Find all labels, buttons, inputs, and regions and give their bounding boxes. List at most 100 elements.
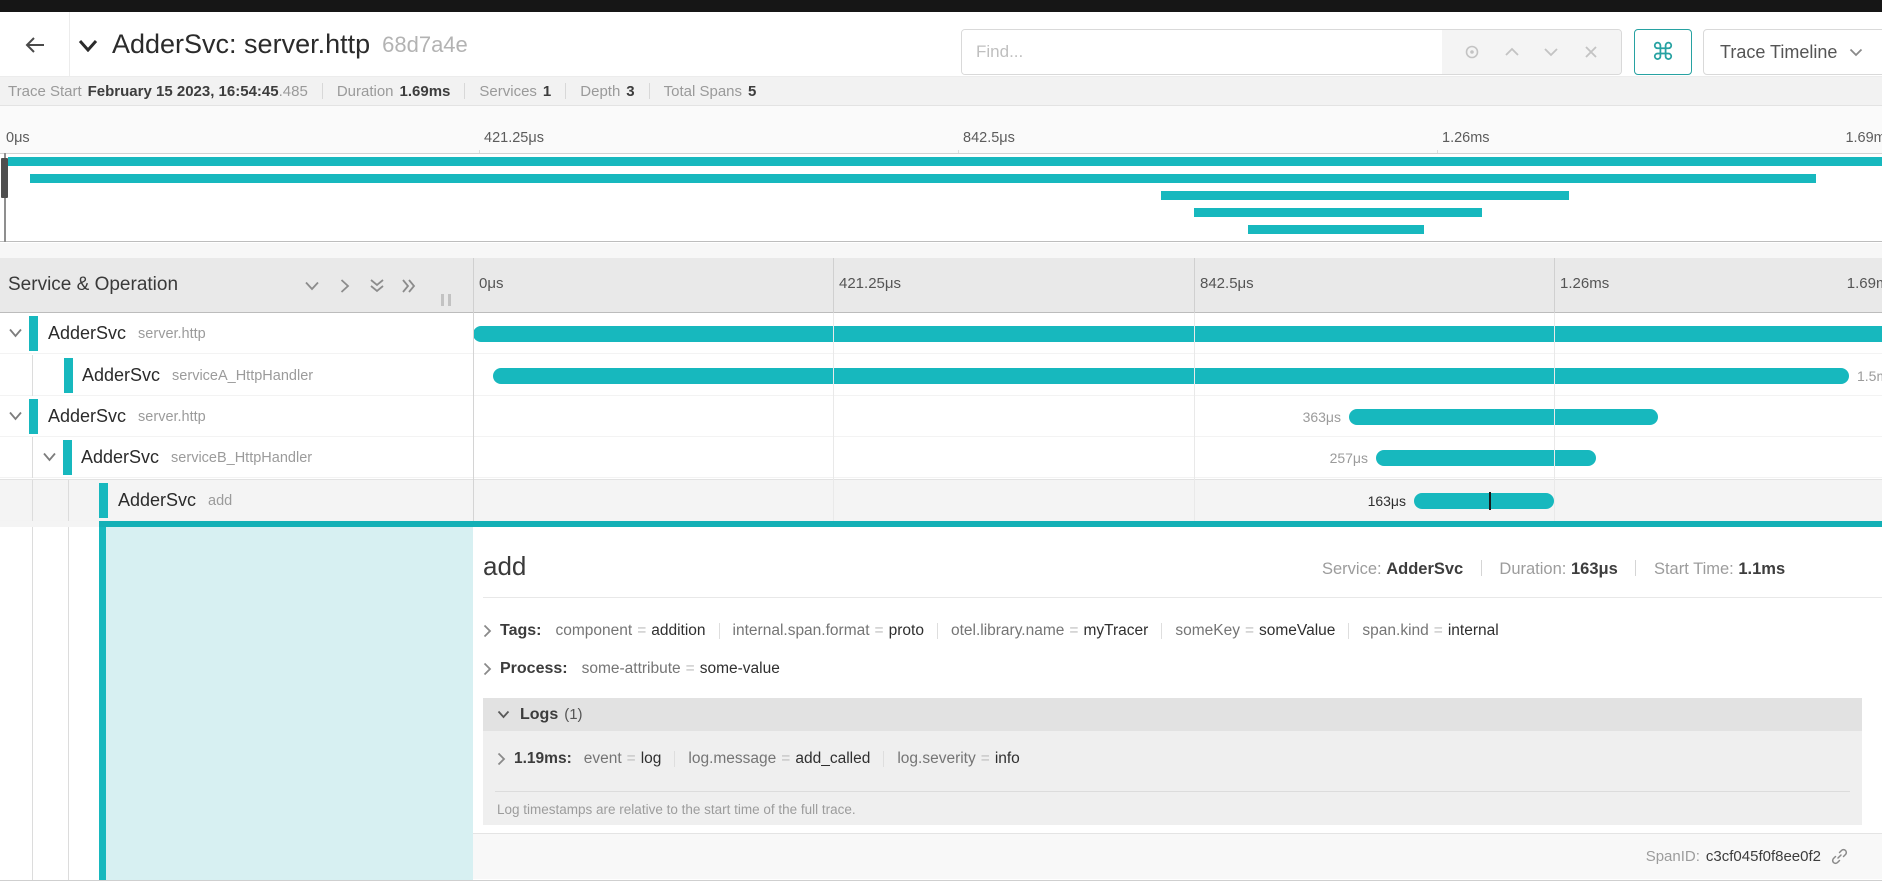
span-row-serviceB[interactable]: AdderSvc serviceB_HttpHandler 257μs bbox=[0, 437, 1882, 478]
timeline-grid-header: Service & Operation 0μs 421.25μs 842.5μs… bbox=[0, 258, 1882, 313]
span-service: AdderSvc bbox=[81, 447, 159, 468]
kv-separator bbox=[674, 751, 675, 767]
span-bar[interactable] bbox=[1376, 450, 1596, 466]
find-controls bbox=[1442, 30, 1621, 74]
selected-row-extension bbox=[0, 521, 99, 527]
span-rows: AdderSvc server.http AdderSvc serviceA_H… bbox=[0, 313, 1882, 521]
jaeger-trace-page: AdderSvc: server.http 68d7a4e bbox=[0, 0, 1882, 889]
kv-separator bbox=[719, 623, 720, 639]
span-bar[interactable] bbox=[1349, 409, 1658, 425]
tags-label: Tags: bbox=[500, 622, 541, 640]
minimap-tick: 0μs bbox=[6, 130, 30, 146]
minimap-scrubber-handle[interactable] bbox=[1, 158, 8, 198]
process-label: Process: bbox=[500, 660, 568, 678]
detail-indent-background bbox=[106, 527, 473, 880]
tree-guide bbox=[68, 527, 69, 880]
chevron-down-icon bbox=[78, 39, 98, 52]
detail-span-title[interactable]: add bbox=[483, 551, 526, 582]
duration-label: Duration bbox=[337, 83, 394, 100]
grid-header-gridline bbox=[1554, 258, 1555, 313]
tag-value: internal bbox=[1448, 622, 1499, 639]
log-value: add_called bbox=[795, 750, 870, 767]
span-row-server-http-2[interactable]: AdderSvc server.http 363μs bbox=[0, 396, 1882, 437]
minimap-gap bbox=[0, 243, 1882, 258]
minimap-span-bar bbox=[30, 174, 1816, 183]
span-id-value: c3cf045f0f8ee0f2 bbox=[1706, 848, 1821, 865]
logs-label: Logs bbox=[520, 706, 558, 724]
span-row-add-selected[interactable]: AdderSvc add 163μs bbox=[0, 479, 1882, 521]
row-collapse-icon[interactable] bbox=[8, 328, 23, 338]
span-bar[interactable] bbox=[493, 368, 1849, 384]
minimap-tick: 1.26ms bbox=[1442, 130, 1490, 146]
tree-guide bbox=[32, 355, 33, 396]
keyboard-shortcuts-button[interactable]: ⌘ bbox=[1634, 29, 1692, 75]
process-value: some-value bbox=[700, 660, 780, 677]
minimap-tick: 842.5μs bbox=[963, 130, 1015, 146]
process-toggle-row[interactable]: Process: some-attribute=some-value bbox=[483, 660, 780, 678]
back-button[interactable] bbox=[0, 12, 70, 77]
span-row-serviceA[interactable]: AdderSvc serviceA_HttpHandler 1.5ms bbox=[0, 355, 1882, 396]
back-arrow-icon bbox=[24, 36, 46, 54]
kv-separator bbox=[1348, 623, 1349, 639]
span-bar[interactable] bbox=[473, 326, 1882, 342]
span-name: AdderSvc serviceA_HttpHandler bbox=[82, 355, 313, 396]
meta-duration-label: Duration: bbox=[1499, 560, 1566, 578]
find-input[interactable] bbox=[962, 30, 1442, 74]
locate-icon[interactable] bbox=[1463, 43, 1481, 61]
content-bottom-border bbox=[0, 880, 1882, 881]
span-duration-label: 1.5ms bbox=[1857, 368, 1882, 384]
trace-start-fraction: .485 bbox=[279, 83, 308, 100]
column-resize-grip[interactable] bbox=[441, 294, 451, 306]
logs-header-toggle[interactable]: Logs (1) bbox=[483, 698, 1862, 731]
find-prev-icon[interactable] bbox=[1503, 43, 1521, 61]
meta-service-label: Service: bbox=[1322, 560, 1382, 578]
command-icon: ⌘ bbox=[1651, 38, 1675, 67]
view-selector-label: Trace Timeline bbox=[1720, 42, 1837, 63]
tags-toggle-row[interactable]: Tags: component=addition internal.span.f… bbox=[483, 622, 1499, 640]
span-operation: serviceB_HttpHandler bbox=[171, 450, 312, 466]
minimap-span-bar bbox=[8, 157, 1882, 166]
log-marker-tick[interactable] bbox=[1489, 492, 1491, 510]
meta-service-value: AdderSvc bbox=[1386, 560, 1463, 578]
trace-collapse-toggle[interactable] bbox=[78, 33, 102, 57]
trace-title: AdderSvc: server.http 68d7a4e bbox=[112, 12, 468, 77]
timeline-tick: 421.25μs bbox=[839, 275, 901, 292]
collapse-all-icon[interactable] bbox=[368, 278, 386, 294]
span-color-bar bbox=[29, 316, 38, 351]
summary-separator bbox=[565, 83, 566, 99]
row-collapse-icon[interactable] bbox=[8, 411, 23, 421]
expand-one-icon[interactable] bbox=[336, 278, 354, 294]
span-duration-label: 363μs bbox=[1241, 409, 1341, 425]
meta-start-value: 1.1ms bbox=[1738, 560, 1785, 578]
kv-separator bbox=[883, 751, 884, 767]
span-row-server-http-1[interactable]: AdderSvc server.http bbox=[0, 313, 1882, 354]
minimap-tick-labels: 0μs 421.25μs 842.5μs 1.26ms 1.69ms bbox=[0, 106, 1882, 153]
expand-all-icon[interactable] bbox=[400, 278, 418, 294]
span-service: AdderSvc bbox=[118, 490, 196, 511]
minimap-canvas[interactable] bbox=[0, 153, 1882, 242]
log-divider bbox=[495, 791, 1850, 792]
find-next-icon[interactable] bbox=[1542, 43, 1560, 61]
tree-guide bbox=[32, 437, 33, 478]
span-operation: server.http bbox=[138, 326, 206, 342]
grid-header-gridline bbox=[833, 258, 834, 313]
find-clear-icon[interactable] bbox=[1582, 43, 1600, 61]
minimap-span-bar bbox=[1161, 191, 1569, 200]
find-box bbox=[961, 29, 1622, 75]
row-collapse-icon[interactable] bbox=[42, 452, 57, 462]
span-bar[interactable] bbox=[1414, 493, 1554, 509]
meta-separator bbox=[1635, 560, 1636, 576]
meta-duration-value: 163μs bbox=[1571, 560, 1618, 578]
view-selector-dropdown[interactable]: Trace Timeline bbox=[1703, 29, 1882, 75]
timeline-tick: 1.69ms bbox=[1796, 275, 1882, 292]
collapse-one-icon[interactable] bbox=[303, 278, 321, 294]
link-icon[interactable] bbox=[1831, 848, 1848, 865]
minimap-span-bar bbox=[1248, 225, 1424, 234]
trace-start-value: February 15 2023, 16:54:45 bbox=[88, 83, 279, 100]
browser-top-strip bbox=[0, 0, 1882, 12]
span-name: AdderSvc server.http bbox=[48, 313, 206, 354]
meta-start-label: Start Time: bbox=[1654, 560, 1734, 578]
log-entry-toggle[interactable]: 1.19ms: event=log log.message=add_called… bbox=[497, 750, 1020, 768]
selected-span-accent-column bbox=[99, 527, 106, 880]
timeline-tick: 1.26ms bbox=[1560, 275, 1609, 292]
